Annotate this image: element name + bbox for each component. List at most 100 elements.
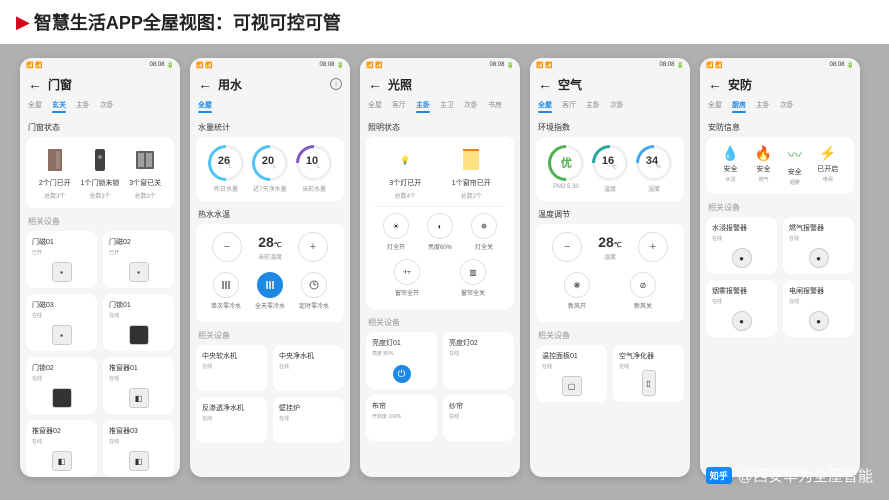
section-label: 相关设备 (26, 208, 174, 231)
page-header: ▶ 智慧生活APP全屋视图：可视可控可管 (0, 0, 889, 44)
device-card[interactable]: 温控面板01在线▢ (536, 345, 607, 402)
safety-item[interactable]: ⚡已开启电闸 (817, 145, 838, 186)
curtain-close[interactable]: ▥窗帘全关 (460, 259, 486, 297)
window-icon (134, 145, 156, 175)
ring-stat[interactable]: 10L当前水量 (296, 145, 332, 193)
device-card[interactable]: 反渗透净水机在线 (196, 397, 267, 443)
back-icon[interactable]: ← (368, 76, 382, 92)
tab[interactable]: 主卧 (756, 100, 770, 110)
tab[interactable]: 次卧 (780, 100, 794, 110)
device-card[interactable]: 推窗器02在线◧ (26, 420, 97, 477)
phone-air: 📶 📶08:08 🔋 ←空气 全屋 客厅 主卧 次卧 环境指数 优PM2.5 3… (530, 58, 690, 477)
tab[interactable]: 全屋 (708, 100, 722, 110)
tab[interactable]: 全屋 (538, 100, 552, 110)
smoke-icon: 〰 (788, 145, 802, 165)
arrow-icon: ▶ (16, 12, 30, 33)
device-card[interactable]: 亮度灯01亮度 80%⏻ (366, 332, 437, 389)
info-icon[interactable]: i (330, 78, 342, 90)
phone-light: 📶 📶08:08 🔋 ←光照 全屋 客厅 主卧 主卫 次卧 书房 照明状态 💡3… (360, 58, 520, 477)
tab[interactable]: 客厅 (392, 100, 406, 110)
tab[interactable]: 主卧 (416, 100, 430, 110)
fresh-air-off[interactable]: ⊘新风关 (630, 272, 656, 310)
ring-stat[interactable]: 优PM2.5 30 (548, 145, 584, 190)
status-item[interactable]: 2个门已开 总数3个 (39, 145, 71, 200)
status-card: 2个门已开 总数3个 1个门锁未锁 总数3个 3个窗已关 总数3个 (26, 137, 174, 208)
fresh-air-on[interactable]: ❋新风开 (564, 272, 590, 310)
tab[interactable]: 次卧 (464, 100, 478, 110)
status-item[interactable]: 3个窗已关 总数3个 (129, 145, 161, 200)
back-icon[interactable]: ← (708, 76, 722, 92)
device-card[interactable]: 燃气报警器在线● (783, 217, 854, 274)
lamp-icon: 💡 (394, 145, 416, 175)
tab[interactable]: 主卧 (586, 100, 600, 110)
mode-button[interactable]: 全天零冷水 (255, 272, 285, 310)
watermark: 知乎 @西安华为全屋智能 (706, 465, 873, 486)
device-card[interactable]: 中央净水机在线 (273, 345, 344, 391)
ring-stat[interactable]: 16℃温度 (592, 145, 628, 193)
device-card[interactable]: 门磁03在线▪ (26, 294, 97, 351)
tab[interactable]: 主卫 (440, 100, 454, 110)
curtain-icon (460, 145, 482, 175)
device-card[interactable]: 亮度灯02在线 (443, 332, 514, 389)
safety-item[interactable]: 🔥安全燃气 (755, 145, 772, 186)
phone-water: 📶 📶08:08 🔋 ← 用水 i 全屋 水量统计 26L昨日水量 20L近7天… (190, 58, 350, 477)
tab[interactable]: 主卧 (76, 100, 90, 110)
device-card[interactable]: 空气净化器在线▯ (613, 345, 684, 402)
device-card[interactable]: 推窗器01在线◧ (103, 357, 174, 414)
back-icon[interactable]: ← (538, 76, 552, 92)
tab[interactable]: 全屋 (28, 100, 42, 110)
status-bar: 📶 📶08:08 🔋 (20, 58, 180, 72)
ring-stat[interactable]: 26L昨日水量 (208, 145, 244, 193)
tabs: 全屋 玄关 主卧 次卧 (20, 96, 180, 114)
device-card[interactable]: 门锁02在线▮ (26, 357, 97, 414)
safety-item[interactable]: 〰安全烟雾 (788, 145, 802, 186)
phones-row: 📶 📶08:08 🔋 ← 门窗 全屋 玄关 主卧 次卧 门窗状态 2个门已开 总… (0, 44, 889, 491)
device-card[interactable]: 烟雾报警器在线● (706, 280, 777, 337)
lock-icon (89, 145, 111, 175)
water-icon: 💧 (722, 145, 739, 162)
ring-stat[interactable]: 20L近7天净水量 (252, 145, 288, 193)
tab[interactable]: 次卧 (610, 100, 624, 110)
brightness[interactable]: ◐亮度60% (427, 213, 453, 251)
plus-button[interactable]: + (638, 232, 668, 262)
device-card[interactable]: 推窗器03在线◧ (103, 420, 174, 477)
topbar: ← 门窗 (20, 72, 180, 96)
minus-button[interactable]: − (552, 232, 582, 262)
plus-button[interactable]: + (298, 232, 328, 262)
zhihu-icon: 知乎 (706, 467, 732, 484)
tab[interactable]: 玄关 (52, 100, 66, 110)
mode-button[interactable]: 单次零冷水 (211, 272, 241, 310)
device-card[interactable]: 电闸报警器在线● (783, 280, 854, 337)
mode-button[interactable]: 定时零冷水 (299, 272, 329, 310)
page-title: 智慧生活APP全屋视图：可视可控可管 (34, 9, 341, 35)
device-card[interactable]: 纱帘在线 (443, 395, 514, 441)
status-item[interactable]: 💡3个灯已开总数4个 (389, 145, 421, 200)
phone-security: 📶 📶08:08 🔋 ←安防 全屋 厨房 主卧 次卧 安防信息 💧安全水浸 🔥安… (700, 58, 860, 477)
tab[interactable]: 书房 (488, 100, 502, 110)
tab[interactable]: 全屋 (368, 100, 382, 110)
back-icon[interactable]: ← (198, 76, 212, 92)
minus-button[interactable]: − (212, 232, 242, 262)
light-all-on[interactable]: ☀灯全开 (383, 213, 409, 251)
fire-icon: 🔥 (755, 145, 772, 162)
tab[interactable]: 厨房 (732, 100, 746, 110)
device-card[interactable]: 中央软水机在线 (196, 345, 267, 391)
status-item[interactable]: 1个窗帘已开总数2个 (452, 145, 491, 200)
device-card[interactable]: 门锁01在线▮ (103, 294, 174, 351)
device-card[interactable]: 水浸报警器在线● (706, 217, 777, 274)
tab[interactable]: 全屋 (198, 100, 212, 110)
status-item[interactable]: 1个门锁未锁 总数3个 (81, 145, 120, 200)
device-card[interactable]: 布帘开启度 100% (366, 395, 437, 441)
device-card[interactable]: 门磁02已开▪ (103, 231, 174, 288)
tab[interactable]: 客厅 (562, 100, 576, 110)
tab[interactable]: 次卧 (100, 100, 114, 110)
bolt-icon: ⚡ (819, 145, 836, 162)
ring-stat[interactable]: 34%湿度 (636, 145, 672, 193)
device-card[interactable]: 门磁01已开▪ (26, 231, 97, 288)
back-icon[interactable]: ← (28, 76, 42, 92)
light-all-off[interactable]: ✵灯全关 (471, 213, 497, 251)
device-card[interactable]: 壁挂炉在线 (273, 397, 344, 443)
safety-item[interactable]: 💧安全水浸 (722, 145, 739, 186)
door-icon (44, 145, 66, 175)
curtain-open[interactable]: ⫞⫟窗帘全开 (394, 259, 420, 297)
